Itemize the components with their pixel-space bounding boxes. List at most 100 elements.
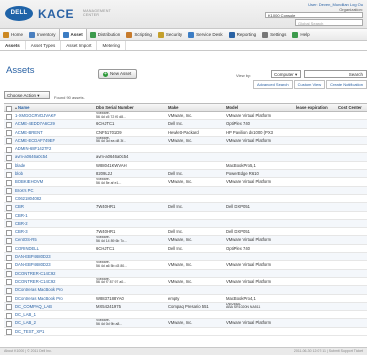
table-row[interactable]: DC_TEST_XP1 xyxy=(4,328,367,337)
row-checkbox[interactable] xyxy=(6,163,12,170)
row-checkbox[interactable] xyxy=(6,113,12,120)
table-row[interactable]: blob 8209L2J Dell Inc. PowerEdge R610 xyxy=(4,170,367,179)
cell-name[interactable]: blob xyxy=(15,170,94,177)
cell-name[interactable]: avm-a0646a0c54 xyxy=(15,153,94,160)
cell-name[interactable]: DC_TEST_XP1 xyxy=(15,328,94,335)
row-checkbox[interactable] xyxy=(6,329,12,336)
table-row[interactable]: ACME-ECDAF749EF VMware- 56 4d 3d ea d8 3f… xyxy=(4,136,367,146)
row-checkbox[interactable] xyxy=(6,287,12,294)
cell-name[interactable]: CBR-1 xyxy=(15,212,94,219)
cell-name[interactable]: ACME-BRENT xyxy=(15,129,94,136)
cell-name[interactable]: 1-XMGGCRVDJVAKF xyxy=(15,112,94,119)
table-row[interactable]: blade W88041KWVAH MacBookPro5,1 xyxy=(4,162,367,171)
row-checkbox[interactable] xyxy=(6,204,12,211)
column-header-cost-center[interactable]: Cost Center xyxy=(338,104,367,111)
tab-assets[interactable]: Assets xyxy=(0,41,26,50)
table-row[interactable]: BOBKIEHOVM VMware- 56 4d 5e af e1... VMwar… xyxy=(4,178,367,187)
table-row[interactable]: ACME-4EDD7A6C29 6CHJTC1 Dell Inc. OptiPlex … xyxy=(4,120,367,129)
table-row[interactable]: 1-XMGGCRVDJVAKF VMware- 56 4d c5 72 f0 d8… xyxy=(4,112,367,121)
nav-item-settings[interactable]: Settings xyxy=(259,29,289,40)
cell-name[interactable]: DAN-EBP4680D23 xyxy=(15,261,94,268)
row-checkbox[interactable] xyxy=(6,229,12,236)
table-row[interactable]: DContreras MacBook Pro xyxy=(4,286,367,295)
nav-item-distribution[interactable]: Distribution xyxy=(87,29,124,40)
cell-name[interactable]: DC_LAB_1 xyxy=(15,311,94,318)
column-header-model[interactable]: Model xyxy=(226,104,294,111)
table-row[interactable]: DCONTRER-C14C92 VMware- 56 4d f7 87 97 a0… xyxy=(4,278,367,287)
tab-metering[interactable]: Metering xyxy=(97,41,126,50)
cell-name[interactable]: CBR-2 xyxy=(15,220,94,227)
row-checkbox[interactable] xyxy=(6,121,12,128)
table-row[interactable]: avm-a0646a0c54 avm-a0646a0c54 xyxy=(4,153,367,162)
table-row[interactable]: DC_COMPAQ_LAB MX54241975 Compaq Presario 5… xyxy=(4,302,367,312)
cell-name[interactable]: DContreras MacBook Pro xyxy=(15,295,94,302)
table-row[interactable]: CBR-1 xyxy=(4,212,367,220)
table-row[interactable]: C0621804082 xyxy=(4,195,367,204)
global-search-input[interactable]: Global Search xyxy=(295,19,363,26)
column-header-make[interactable]: Make xyxy=(168,104,222,111)
console-select[interactable]: K1000 Console xyxy=(265,12,363,18)
table-row[interactable]: Bros's PC xyxy=(4,186,367,195)
cell-name[interactable]: DContreras MacBook Pro xyxy=(15,286,94,293)
advanced-search-button[interactable]: Advanced Search xyxy=(253,80,293,89)
row-checkbox[interactable] xyxy=(6,196,12,203)
row-checkbox[interactable] xyxy=(6,312,12,319)
cell-name[interactable]: DC_COMPAQ_LAB xyxy=(15,303,94,310)
table-row[interactable]: DCONTRER-C14C92 xyxy=(4,269,367,278)
table-row[interactable]: DAN-EBP4680D23 xyxy=(4,253,367,262)
row-checkbox[interactable] xyxy=(6,246,12,253)
cell-name[interactable]: DC_LAB_2 xyxy=(15,319,94,326)
table-row[interactable]: ADMIN-68F1427F2 xyxy=(4,145,367,154)
cell-name[interactable]: C0621804082 xyxy=(15,195,94,202)
table-row[interactable]: CBR-2 xyxy=(4,219,367,229)
choose-action-select[interactable]: Choose Action ▾ xyxy=(4,91,50,99)
tab-asset-types[interactable]: Asset Types xyxy=(26,41,62,50)
nav-item-reporting[interactable]: Reporting xyxy=(226,29,260,40)
cell-name[interactable]: CORINDELL xyxy=(15,245,94,252)
cell-name[interactable]: BOBKIEHOVM xyxy=(15,178,94,185)
nav-item-help[interactable]: Help xyxy=(289,29,312,40)
nav-item-home[interactable]: Home xyxy=(0,29,26,40)
cell-name[interactable]: ADMIN-68F1427F2 xyxy=(15,145,94,152)
table-row[interactable]: CBR-3 7W40HR1 Dell Inc. Dell DXP051 xyxy=(4,228,367,237)
row-checkbox[interactable] xyxy=(6,179,12,186)
row-checkbox[interactable] xyxy=(6,304,12,311)
cell-name[interactable]: ACME-4EDD7A6C29 xyxy=(15,120,94,127)
row-checkbox[interactable] xyxy=(6,254,12,261)
table-row[interactable]: ACME-BRENT CNF51701D9 Hewlett-Packard HP Pa… xyxy=(4,129,367,137)
create-notification-button[interactable]: Create Notification xyxy=(326,80,367,89)
row-checkbox[interactable] xyxy=(6,138,12,145)
cell-name[interactable]: DCONTRER-C14C92 xyxy=(15,270,94,277)
row-checkbox[interactable] xyxy=(6,146,12,153)
nav-item-service-desk[interactable]: Service Desk xyxy=(185,29,226,40)
view-by-select[interactable]: Computer ▾ xyxy=(271,70,301,78)
select-all-checkbox[interactable] xyxy=(6,105,12,112)
table-row[interactable]: DC_LAB_2 VMware- 56 4d 0d 9b a8... VMware,… xyxy=(4,319,367,328)
cell-name[interactable]: Bros's PC xyxy=(15,187,94,194)
row-checkbox[interactable] xyxy=(6,221,12,228)
table-row[interactable]: CentOS-R5 VMware- 56 4d 14 89 6b 7c... VMw… xyxy=(4,236,367,245)
custom-view-button[interactable]: Custom View xyxy=(293,80,326,89)
cell-name[interactable]: CBR xyxy=(15,203,94,210)
cell-name[interactable]: CBR-3 xyxy=(15,228,94,235)
nav-item-security[interactable]: Security xyxy=(155,29,185,40)
row-checkbox[interactable] xyxy=(6,171,12,178)
column-header-name[interactable]: Name xyxy=(15,104,94,111)
row-checkbox[interactable] xyxy=(6,271,12,278)
table-row[interactable]: CORINDELL 6CHJTC1 Dell Inc. OptiPlex 740 xyxy=(4,245,367,254)
row-checkbox[interactable] xyxy=(6,188,12,195)
table-row[interactable]: DContreras MacBook Pro W8837188YA0 empty Ma… xyxy=(4,295,367,303)
cell-name[interactable]: CentOS-R5 xyxy=(15,236,94,243)
new-asset-button[interactable]: + New Asset xyxy=(98,69,138,79)
cell-name[interactable]: ACME-ECDAF749EF xyxy=(15,137,94,144)
row-checkbox[interactable] xyxy=(6,296,12,303)
row-checkbox[interactable] xyxy=(6,279,12,286)
row-checkbox[interactable] xyxy=(6,237,12,244)
row-checkbox[interactable] xyxy=(6,154,12,161)
nav-item-asset[interactable]: Asset xyxy=(58,29,87,40)
row-checkbox[interactable] xyxy=(6,320,12,327)
tab-asset-import[interactable]: Asset Import xyxy=(61,41,98,50)
cell-name[interactable]: blade xyxy=(15,162,94,169)
search-input[interactable]: Search xyxy=(304,70,367,78)
nav-item-scripting[interactable]: Scripting xyxy=(123,29,155,40)
